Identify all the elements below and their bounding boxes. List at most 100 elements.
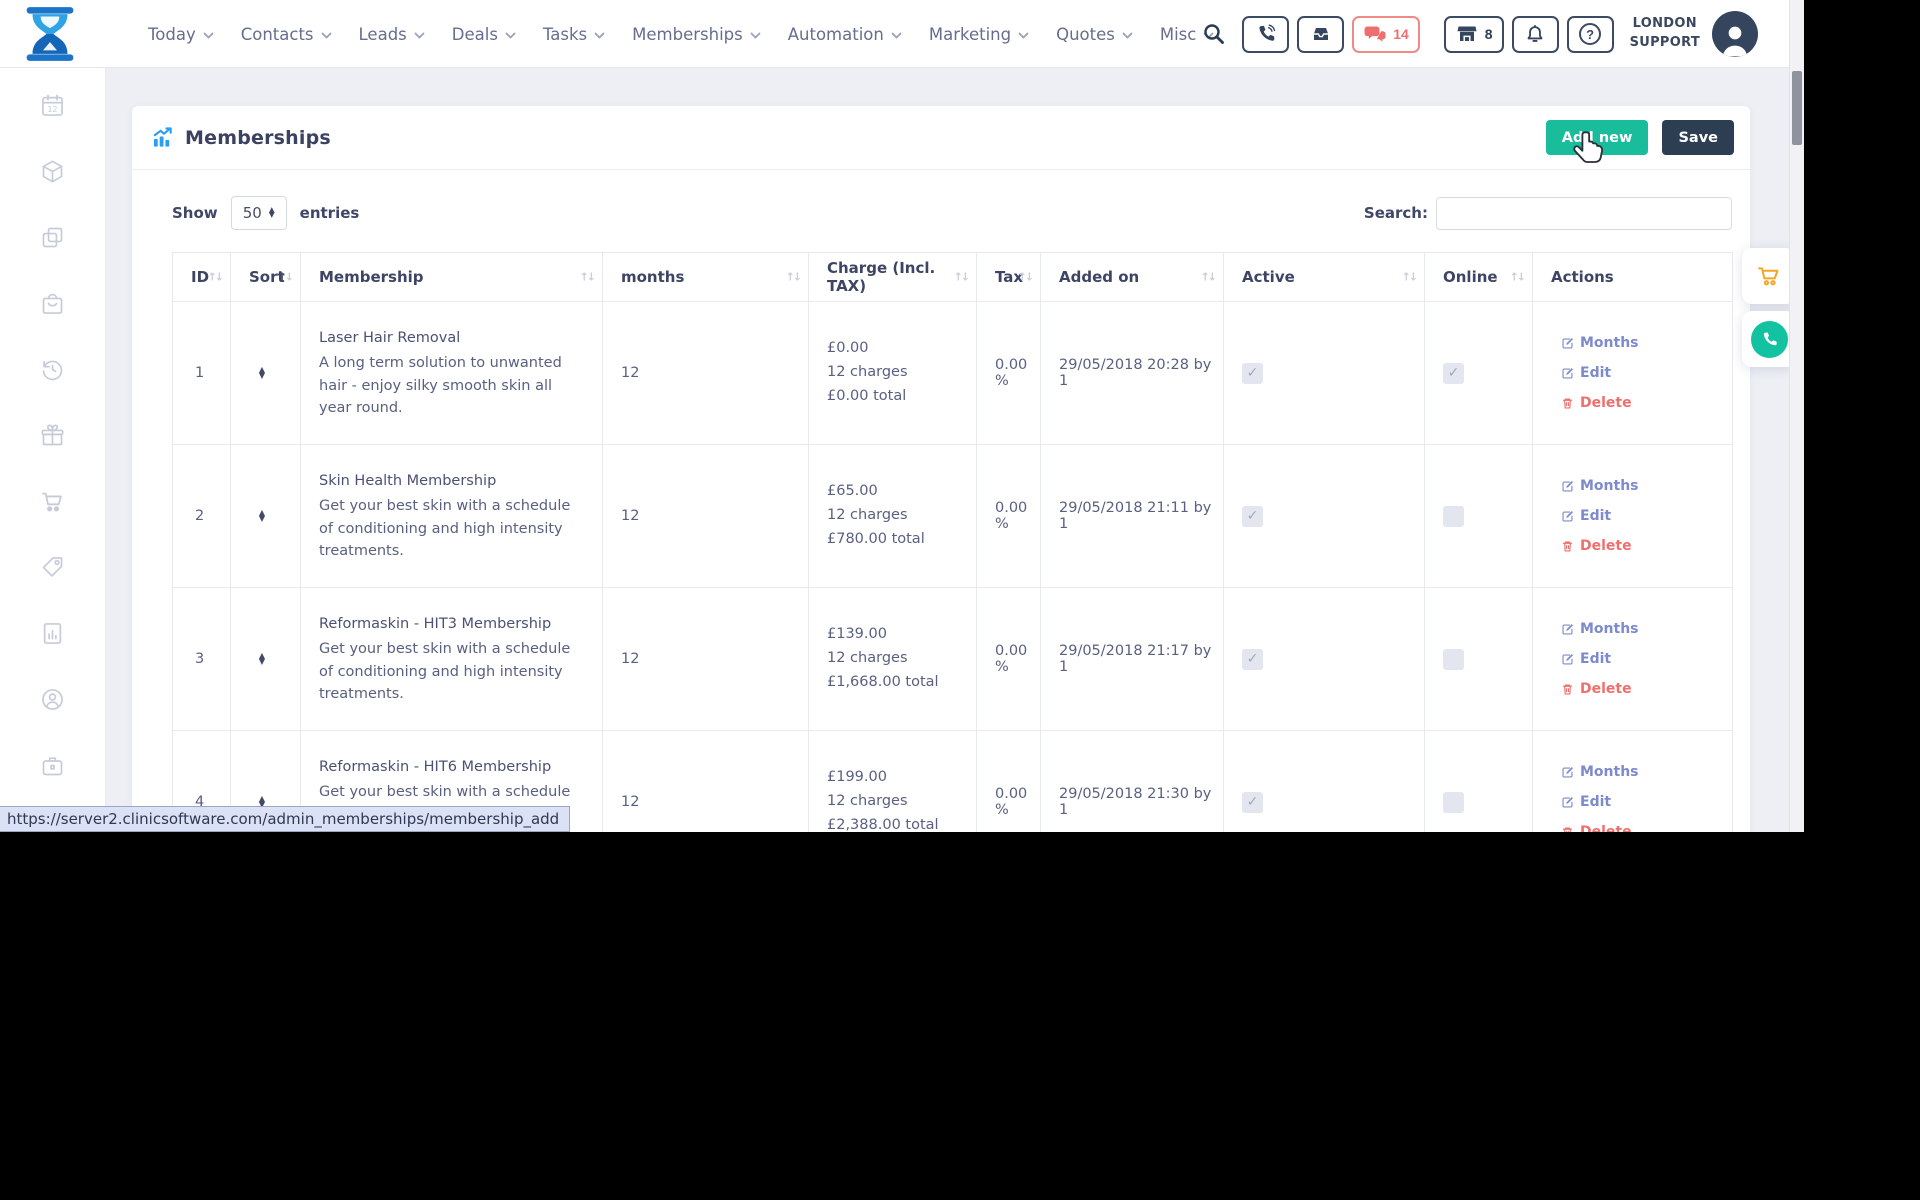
nav-item-memberships[interactable]: Memberships — [632, 25, 761, 44]
membership-name: Reformaskin - HIT3 Membership — [319, 613, 602, 635]
cell-months: 12 — [603, 302, 809, 445]
cell-sort: ▲▼ — [231, 445, 301, 588]
calendar-icon[interactable]: 12 — [39, 92, 66, 119]
delete-link[interactable]: Delete — [1561, 681, 1732, 697]
edit-link[interactable]: Edit — [1561, 508, 1732, 524]
active-checkbox[interactable]: ✓ — [1242, 792, 1263, 813]
phone-button[interactable] — [1242, 16, 1289, 53]
online-checkbox[interactable]: ✓ — [1443, 363, 1464, 384]
cell-id: 1 — [173, 302, 231, 445]
shopping-cart-icon — [1755, 262, 1783, 290]
package-icon[interactable] — [39, 158, 66, 185]
nav-item-today[interactable]: Today — [148, 25, 214, 44]
delete-link[interactable]: Delete — [1561, 395, 1732, 411]
save-button[interactable]: Save — [1662, 120, 1734, 155]
browser-viewport: Today Contacts Leads Deals Tasks Members… — [0, 0, 1804, 832]
cell-added-on: 29/05/2018 21:30 by 1 — [1041, 731, 1224, 833]
online-checkbox[interactable]: ✓ — [1443, 792, 1464, 813]
briefcase-lock-icon[interactable] — [39, 752, 66, 779]
person-icon — [1715, 19, 1755, 57]
history-icon[interactable] — [39, 356, 66, 383]
add-new-button[interactable]: Add new — [1546, 120, 1649, 155]
nav-item-automation[interactable]: Automation — [788, 25, 902, 44]
nav-item-tasks[interactable]: Tasks — [543, 25, 605, 44]
bell-icon — [1524, 23, 1546, 45]
chevron-down-icon — [1122, 32, 1133, 40]
nav-item-quotes[interactable]: Quotes — [1056, 25, 1133, 44]
storefront-icon — [1455, 22, 1479, 46]
chat-button[interactable]: 14 — [1352, 16, 1420, 53]
edit-link[interactable]: Edit — [1561, 365, 1732, 381]
clinicsoftware-logo-icon[interactable] — [22, 5, 78, 63]
copy-layers-icon[interactable] — [39, 224, 66, 251]
online-checkbox[interactable]: ✓ — [1443, 649, 1464, 670]
browser-scrollbar[interactable] — [1789, 0, 1804, 832]
delete-link[interactable]: Delete — [1561, 538, 1732, 554]
online-checkbox[interactable]: ✓ — [1443, 506, 1464, 527]
user-avatar[interactable] — [1712, 11, 1758, 57]
months-link[interactable]: Months — [1561, 335, 1732, 351]
membership-description: A long term solution to unwanted hair - … — [319, 352, 602, 419]
cell-actions: Months Edit Delete — [1533, 445, 1733, 588]
chart-title-icon — [152, 126, 175, 149]
left-icon-rail: 12 — [0, 68, 106, 832]
phone-icon — [1760, 330, 1779, 349]
cell-active: ✓ — [1224, 302, 1425, 445]
active-checkbox[interactable]: ✓ — [1242, 506, 1263, 527]
table-header-row: ID↑↓ Sort↑↓ Membership↑↓ months↑↓ Charge… — [173, 253, 1733, 302]
help-button[interactable]: ? — [1567, 16, 1614, 53]
col-header-sort[interactable]: Sort↑↓ — [231, 253, 301, 302]
drag-sort-handle-icon[interactable]: ▲▼ — [249, 653, 275, 664]
cell-active: ✓ — [1224, 445, 1425, 588]
active-checkbox[interactable]: ✓ — [1242, 649, 1263, 670]
edit-link[interactable]: Edit — [1561, 794, 1732, 810]
select-arrows-icon: ▲▼ — [269, 208, 275, 217]
active-checkbox[interactable]: ✓ — [1242, 363, 1263, 384]
phone-icon — [1255, 23, 1277, 45]
col-header-id[interactable]: ID↑↓ — [173, 253, 231, 302]
gift-icon[interactable] — [39, 422, 66, 449]
cell-tax: 0.00 % — [977, 445, 1041, 588]
hamper-box-icon[interactable] — [39, 290, 66, 317]
nav-item-contacts[interactable]: Contacts — [241, 25, 332, 44]
nav-item-deals[interactable]: Deals — [452, 25, 516, 44]
cell-months: 12 — [603, 588, 809, 731]
delete-link[interactable]: Delete — [1561, 824, 1732, 832]
cell-online: ✓ — [1425, 731, 1533, 833]
nav-item-leads[interactable]: Leads — [359, 25, 425, 44]
topbar-actions: 14 8 ? LONDON SUPPORT — [1202, 0, 1758, 68]
membership-name: Skin Health Membership — [319, 470, 602, 492]
edit-link[interactable]: Edit — [1561, 651, 1732, 667]
page-size-select[interactable]: 50 ▲▼ — [231, 196, 287, 230]
search-icon[interactable] — [1202, 22, 1226, 46]
report-chart-icon[interactable] — [39, 620, 66, 647]
edit-icon — [1561, 510, 1574, 523]
chevron-down-icon — [505, 32, 516, 40]
col-header-added-on[interactable]: Added on↑↓ — [1041, 253, 1224, 302]
user-circle-icon[interactable] — [39, 686, 66, 713]
col-header-charge[interactable]: Charge (Incl. TAX)↑↓ — [809, 253, 977, 302]
chevron-down-icon — [750, 32, 761, 40]
col-header-membership[interactable]: Membership↑↓ — [301, 253, 603, 302]
col-header-months[interactable]: months↑↓ — [603, 253, 809, 302]
table-controls: Show 50 ▲▼ entries Search: — [132, 170, 1750, 230]
shop-button[interactable]: 8 — [1444, 16, 1504, 53]
price-tag-icon[interactable] — [39, 554, 66, 581]
inbox-button[interactable] — [1297, 16, 1344, 53]
drag-sort-handle-icon[interactable]: ▲▼ — [249, 367, 275, 378]
nav-item-marketing[interactable]: Marketing — [929, 25, 1029, 44]
search-input[interactable] — [1436, 197, 1732, 230]
cart-fab-button[interactable] — [1742, 248, 1796, 304]
months-link[interactable]: Months — [1561, 621, 1732, 637]
cart-icon[interactable] — [39, 488, 66, 515]
scrollbar-thumb[interactable] — [1792, 71, 1802, 145]
call-fab-button[interactable] — [1742, 311, 1796, 367]
notifications-button[interactable] — [1512, 16, 1559, 53]
drag-sort-handle-icon[interactable]: ▲▼ — [249, 510, 275, 521]
col-header-online[interactable]: Online↑↓ — [1425, 253, 1533, 302]
months-link[interactable]: Months — [1561, 764, 1732, 780]
cell-charge: £139.0012 charges£1,668.00 total — [809, 588, 977, 731]
months-link[interactable]: Months — [1561, 478, 1732, 494]
col-header-tax[interactable]: Tax↑↓ — [977, 253, 1041, 302]
col-header-active[interactable]: Active↑↓ — [1224, 253, 1425, 302]
